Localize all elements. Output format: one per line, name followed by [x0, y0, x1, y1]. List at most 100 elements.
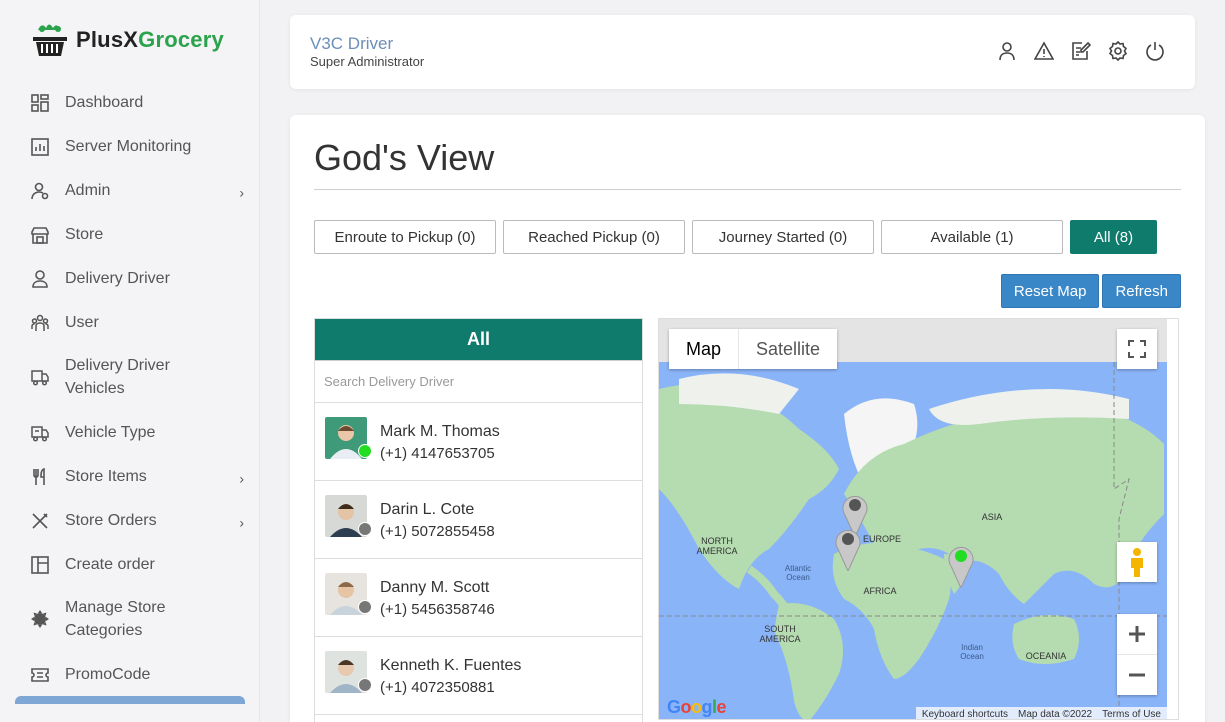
driver-list-heading: All [315, 319, 642, 360]
fork-knife-icon [30, 467, 50, 487]
sidebar-active-item[interactable] [15, 696, 245, 704]
filter-all[interactable]: All (8) [1070, 220, 1157, 254]
user-name: V3C Driver [310, 34, 394, 53]
sidebar-item-label: Server Monitoring [65, 138, 192, 155]
sidebar-item-admin[interactable]: Admin › [30, 179, 250, 202]
svg-text:Ocean: Ocean [786, 573, 810, 582]
driver-name: Danny M. Scott [380, 579, 490, 596]
sidebar-item-dashboard[interactable]: Dashboard [30, 91, 250, 114]
driver-list-item[interactable]: Danny M. Scott (+1) 5456358746 [315, 559, 642, 637]
map-data-attribution: Map data ©2022 [1018, 708, 1093, 720]
sidebar-item-label: Store [65, 226, 104, 243]
truck-icon [30, 367, 50, 387]
driver-list-item[interactable]: Darin L. Cote (+1) 5072855458 [315, 481, 642, 559]
driver-phone: (+1) 5072855458 [380, 523, 495, 540]
filter-available[interactable]: Available (1) [881, 220, 1063, 254]
terms-of-use-link[interactable]: Terms of Use [1102, 709, 1161, 720]
power-icon[interactable] [1145, 41, 1165, 61]
sidebar-item-promocode[interactable]: PromoCode [30, 663, 250, 686]
sidebar-item-store-orders[interactable]: Store Orders › [30, 509, 250, 532]
sidebar-item-manage-store-categories[interactable]: Manage Store Categories [30, 596, 250, 642]
world-map[interactable]: NORTH AMERICA EUROPE ASIA AFRICA SOUTH A… [659, 319, 1167, 720]
sidebar-item-label: PromoCode [65, 666, 151, 683]
driver-list-panel: All Mark M. Thomas (+1) 4147653705 Darin… [314, 318, 643, 722]
filter-journey-started[interactable]: Journey Started (0) [692, 220, 874, 254]
sidebar-item-vehicle-type[interactable]: Vehicle Type [30, 421, 250, 444]
driver-marker-offline[interactable] [834, 525, 862, 571]
chevron-right-icon: › [239, 470, 244, 487]
sidebar-item-delivery-driver[interactable]: Delivery Driver [30, 267, 250, 290]
svg-text:AMERICA: AMERICA [696, 546, 737, 556]
sidebar-item-label: Create order [65, 556, 155, 573]
store-icon [30, 225, 50, 245]
driver-phone: (+1) 4072350881 [380, 679, 495, 696]
utensils-cross-icon [30, 511, 50, 531]
driver-list-item[interactable]: Kenneth K. Fuentes (+1) 4072350881 [315, 637, 642, 715]
fullscreen-button[interactable] [1117, 329, 1157, 369]
header-actions [997, 41, 1165, 61]
chevron-right-icon: › [239, 184, 244, 201]
profile-icon[interactable] [997, 41, 1017, 61]
fullscreen-icon [1128, 340, 1146, 358]
svg-text:AMERICA: AMERICA [759, 634, 800, 644]
sidebar-item-label: Vehicle Type [65, 424, 156, 441]
brand-name: PlusXGrocery [76, 27, 224, 53]
google-logo: Google [667, 697, 727, 717]
svg-text:Indian: Indian [961, 643, 983, 652]
zoom-in-button[interactable] [1117, 615, 1157, 655]
brand-name-part1: PlusX [76, 27, 139, 52]
offline-status-dot [358, 522, 372, 536]
gear-badge-icon [30, 609, 50, 629]
street-view-pegman[interactable] [1117, 542, 1157, 582]
chevron-right-icon: › [239, 514, 244, 531]
map-type-map[interactable]: Map [669, 329, 740, 369]
user-role: Super Administrator [310, 54, 425, 69]
map-type-satellite[interactable]: Satellite [739, 329, 837, 369]
filter-enroute-to-pickup[interactable]: Enroute to Pickup (0) [314, 220, 496, 254]
sidebar-item-label: Dashboard [65, 94, 144, 111]
svg-text:SOUTH: SOUTH [764, 624, 796, 634]
driver-name: Mark M. Thomas [380, 423, 500, 440]
sidebar: PlusXGrocery Dashboard Server Monitoring… [0, 0, 260, 722]
sidebar-item-label: Admin [65, 182, 111, 199]
svg-text:NORTH: NORTH [701, 536, 733, 546]
users-icon [30, 313, 50, 333]
sidebar-item-store[interactable]: Store [30, 223, 250, 246]
driver-marker-online[interactable] [947, 542, 975, 588]
map-footer: Keyboard shortcuts Map data ©2022 Terms … [915, 707, 1167, 720]
refresh-button[interactable]: Refresh [1102, 274, 1181, 308]
driver-search-input[interactable] [324, 374, 624, 389]
edit-note-icon[interactable] [1071, 41, 1091, 61]
create-order-icon [30, 555, 50, 575]
filter-reached-pickup[interactable]: Reached Pickup (0) [503, 220, 685, 254]
admin-user-icon [30, 181, 50, 201]
sidebar-item-label: Manage Store Categories [65, 599, 166, 639]
zoom-out-button[interactable] [1117, 655, 1157, 695]
brand-name-part2: Grocery [138, 27, 224, 52]
sidebar-item-store-items[interactable]: Store Items › [30, 465, 250, 488]
zoom-controls [1117, 614, 1157, 695]
promocode-icon [30, 665, 50, 685]
keyboard-shortcuts-link[interactable]: Keyboard shortcuts [922, 709, 1008, 720]
minus-icon [1129, 673, 1145, 676]
plus-icon [1129, 626, 1145, 642]
map-container: NORTH AMERICA EUROPE ASIA AFRICA SOUTH A… [658, 318, 1179, 720]
driver-list-item[interactable]: Mark M. Thomas (+1) 4147653705 [315, 403, 642, 481]
sidebar-item-user[interactable]: User [30, 311, 250, 334]
brand-logo[interactable]: PlusXGrocery [30, 20, 224, 60]
driver-phone: (+1) 5456358746 [380, 601, 495, 618]
reset-map-button[interactable]: Reset Map [1000, 274, 1100, 308]
sidebar-item-delivery-driver-vehicles[interactable]: Delivery Driver Vehicles [30, 354, 250, 400]
status-filters: Enroute to Pickup (0) Reached Pickup (0)… [314, 220, 1157, 254]
sidebar-item-create-order[interactable]: Create order [30, 553, 250, 576]
svg-text:ASIA: ASIA [982, 512, 1003, 522]
offline-status-dot [358, 678, 372, 692]
sidebar-item-server-monitoring[interactable]: Server Monitoring [30, 135, 250, 158]
alert-icon[interactable] [1034, 41, 1054, 61]
svg-text:OCEANIA: OCEANIA [1026, 651, 1067, 661]
svg-text:AFRICA: AFRICA [863, 586, 896, 596]
top-header: V3C Driver Super Administrator [290, 15, 1195, 89]
driver-name: Darin L. Cote [380, 501, 475, 518]
sidebar-item-label: User [65, 314, 99, 331]
settings-icon[interactable] [1108, 41, 1128, 61]
